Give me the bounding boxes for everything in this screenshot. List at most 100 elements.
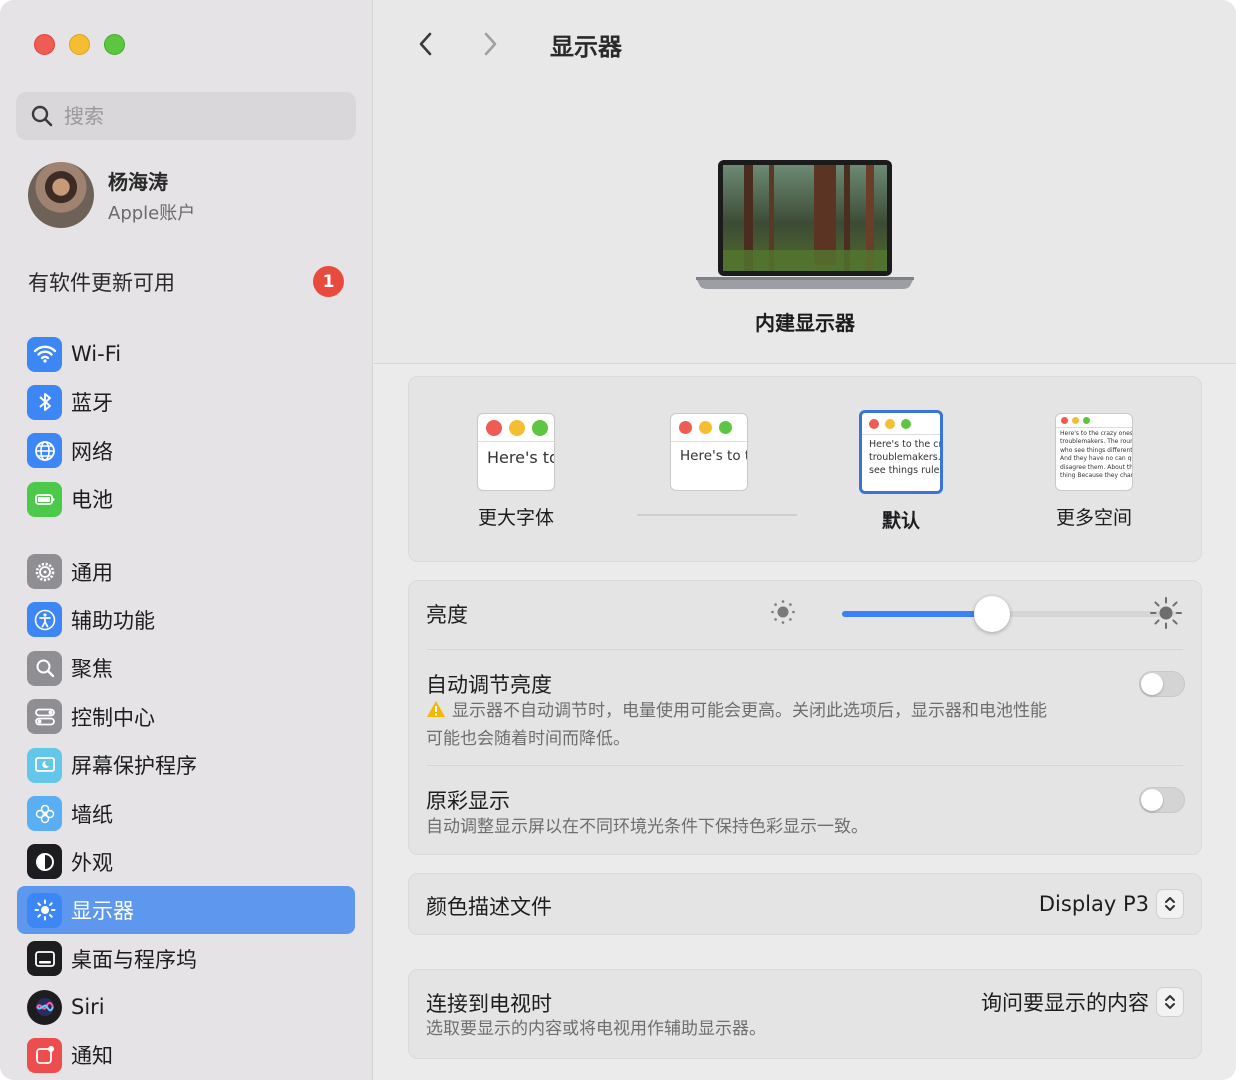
sidebar-item-general[interactable]: 通用: [17, 548, 355, 596]
zoom-button[interactable]: [104, 34, 125, 55]
display-icon: [27, 892, 62, 928]
sidebar-item-label: 聚焦: [71, 657, 113, 682]
auto-brightness-label: 自动调节亮度: [426, 673, 552, 697]
resolution-preview: Here's to the crazy troublemakers ones w…: [477, 413, 555, 491]
sidebar-item-control-center[interactable]: 控制中心: [17, 693, 355, 741]
tv-connection-row: 连接到电视时 选取要显示的内容或将电视用作辅助显示器。 询问要显示的内容: [408, 969, 1202, 1059]
sidebar-item-screensaver[interactable]: 屏幕保护程序: [17, 741, 355, 789]
account-subtitle: Apple账户: [108, 202, 196, 224]
tv-connection-value: 询问要显示的内容: [981, 991, 1149, 1015]
chevron-left-icon: [419, 32, 432, 56]
auto-brightness-warning-text-cont: 可能也会随着时间而降低。: [426, 728, 630, 749]
search-field[interactable]: [16, 92, 356, 140]
sidebar-item-label: Wi-Fi: [71, 342, 122, 366]
resolution-option-more-space[interactable]: Here's to the crazy ones troublemakers. …: [1024, 413, 1164, 530]
display-name: 内建显示器: [755, 311, 855, 335]
brightness-slider[interactable]: [842, 596, 1175, 632]
dock-icon: [27, 941, 62, 977]
sidebar-item-wifi[interactable]: Wi-Fi: [17, 330, 355, 378]
resolution-preview-selected: Here's to the crazy troublemakers. ones …: [859, 410, 943, 494]
brightness-slider-knob[interactable]: [973, 596, 1010, 632]
display-settings-group: 亮度 自动调节亮度 显示器不自动调节时，电量使用可能会更高。关闭此选项后，显示器…: [408, 580, 1202, 855]
brightness-slider-fill: [842, 611, 992, 617]
sidebar-item-label: 显示器: [71, 899, 134, 924]
sidebar-item-wallpaper[interactable]: 墙纸: [17, 790, 355, 838]
preview-text: Here's to the crazy ones troublemakers. …: [1060, 430, 1133, 479]
sidebar-item-label: 蓝牙: [71, 391, 113, 416]
software-update-label: 有软件更新可用: [28, 270, 175, 295]
minimize-button[interactable]: [69, 34, 90, 55]
resolution-scale-line: [637, 514, 797, 516]
sidebar-item-label: 通知: [71, 1044, 113, 1069]
sidebar-item-displays[interactable]: 显示器: [17, 886, 355, 935]
tv-connection-description: 选取要显示的内容或将电视用作辅助显示器。: [426, 1019, 766, 1039]
screensaver-icon: [27, 747, 62, 783]
sidebar-item-battery[interactable]: 电池: [17, 475, 355, 523]
sidebar-item-label: 墙纸: [71, 802, 113, 827]
divider: [427, 649, 1183, 650]
chevron-right-icon: [484, 32, 497, 56]
settings-window: 杨海涛 Apple账户 有软件更新可用 1 Wi-Fi 蓝牙: [0, 0, 1236, 1080]
search-icon: [31, 105, 53, 127]
appearance-icon: [27, 844, 62, 880]
main-pane: 内建显示器 显示器 Here's to the crazy troublemak…: [374, 0, 1236, 1080]
preview-text: Here's to the troublemakers ones who: [680, 448, 747, 464]
search-input[interactable]: [64, 104, 344, 128]
page-title: 显示器: [550, 32, 622, 61]
resolution-picker: Here's to the crazy troublemakers ones w…: [408, 376, 1202, 562]
sidebar-item-label: 屏幕保护程序: [71, 754, 197, 779]
sidebar-item-label: 网络: [71, 439, 113, 464]
chevron-up-down-icon: [1157, 988, 1183, 1016]
sidebar-item-accessibility[interactable]: 辅助功能: [17, 596, 355, 644]
resolution-preview: Here's to the crazy ones troublemakers. …: [1055, 413, 1133, 491]
sidebar-item-desktop-dock[interactable]: 桌面与程序坞: [17, 935, 355, 983]
control-center-icon: [27, 699, 62, 735]
sidebar-item-label: 外观: [71, 850, 113, 875]
sidebar-item-label: 控制中心: [71, 705, 155, 730]
sidebar-item-spotlight[interactable]: 聚焦: [17, 644, 355, 692]
color-profile-popup[interactable]: Display P3: [1039, 890, 1183, 918]
sun-small-icon: [771, 600, 795, 624]
sidebar-item-notifications[interactable]: 通知: [17, 1031, 355, 1079]
true-tone-label: 原彩显示: [426, 789, 510, 813]
brightness-label: 亮度: [426, 603, 468, 627]
sidebar-item-network[interactable]: 网络: [17, 427, 355, 475]
sidebar-item-label: Siri: [71, 995, 105, 1020]
forward-button[interactable]: [470, 24, 510, 64]
true-tone-toggle[interactable]: [1139, 787, 1185, 813]
notifications-icon: [27, 1037, 62, 1073]
sidebar-item-label: 电池: [71, 488, 113, 513]
wallpaper-icon: [27, 796, 62, 832]
globe-icon: [27, 433, 62, 469]
accessibility-icon: [27, 602, 62, 638]
color-profile-label: 颜色描述文件: [426, 895, 552, 919]
toolbar: 显示器: [406, 24, 622, 64]
window-controls: [34, 34, 125, 55]
sun-large-icon: [1150, 597, 1182, 629]
spotlight-icon: [27, 650, 62, 686]
resolution-option-larger-text[interactable]: Here's to the crazy troublemakers ones w…: [446, 413, 586, 530]
sidebar-item-bluetooth[interactable]: 蓝牙: [17, 378, 355, 426]
account-name: 杨海涛: [108, 169, 168, 194]
auto-brightness-warning: 显示器不自动调节时，电量使用可能会更高。关闭此选项后，显示器和电池性能可能也会随…: [426, 698, 1047, 753]
color-profile-value: Display P3: [1038, 892, 1149, 916]
laptop-display-image: [696, 160, 914, 289]
resolution-option-2[interactable]: Here's to the troublemakers ones who: [639, 413, 779, 503]
sidebar-item-appearance[interactable]: 外观: [17, 838, 355, 886]
auto-brightness-toggle[interactable]: [1139, 671, 1185, 697]
apple-account[interactable]: 杨海涛 Apple账户: [28, 162, 195, 228]
siri-icon: [27, 989, 62, 1025]
auto-brightness-warning-text: 显示器不自动调节时，电量使用可能会更高。关闭此选项后，显示器和电池性能: [452, 701, 1047, 721]
sidebar-item-siri[interactable]: Siri: [17, 983, 355, 1031]
back-button[interactable]: [406, 24, 446, 64]
close-button[interactable]: [34, 34, 55, 55]
resolution-label: 默认: [881, 510, 920, 532]
warning-icon: [427, 701, 445, 717]
software-update-item[interactable]: 有软件更新可用 1: [28, 266, 344, 297]
avatar: [28, 162, 94, 228]
divider: [427, 765, 1183, 766]
resolution-option-default[interactable]: Here's to the crazy troublemakers. ones …: [831, 410, 971, 533]
tv-connection-popup[interactable]: 询问要显示的内容: [981, 987, 1183, 1017]
resolution-preview: Here's to the troublemakers ones who: [670, 413, 748, 491]
sidebar: 杨海涛 Apple账户 有软件更新可用 1 Wi-Fi 蓝牙: [0, 0, 373, 1080]
